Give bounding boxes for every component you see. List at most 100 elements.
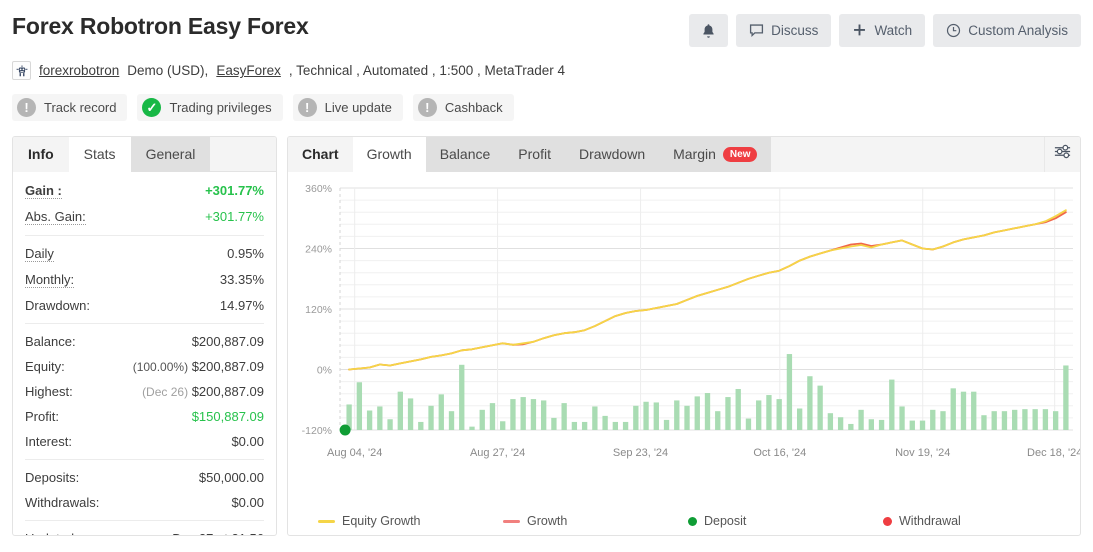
stat-value-interest: $0.00 [231,434,264,449]
stat-label-profit: Profit: [25,409,59,424]
stat-row-interest: Interest: $0.00 [25,429,264,454]
stat-row-withdrawals: Withdrawals: $0.00 [25,490,264,515]
legend-item-equity-growth[interactable]: Equity Growth [318,514,503,528]
badge-trading-privileges[interactable]: ✓ Trading privileges [137,94,283,121]
badge-cashback[interactable]: ! Cashback [412,94,514,121]
stat-value-gain: +301.77% [205,183,264,198]
account-meta-row: forexrobotron Demo (USD), EasyForex , Te… [12,61,1081,80]
page-body: Info Stats General Gain : +301.77% Abs. … [0,136,1093,536]
profile-page: Forex Robotron Easy Forex Discuss Watch … [0,0,1093,552]
svg-text:360%: 360% [305,183,332,195]
stat-value-abs-gain: +301.77% [205,209,264,224]
tab-margin[interactable]: Margin New [659,137,772,172]
tab-profit[interactable]: Profit [504,137,565,172]
tab-growth[interactable]: Growth [352,137,426,172]
stat-row-abs-gain: Abs. Gain: +301.77% [25,204,264,230]
custom-analysis-button[interactable]: Custom Analysis [933,14,1081,47]
tab-balance[interactable]: Balance [425,137,505,172]
stat-label-withdrawals: Withdrawals: [25,495,100,510]
legend-item-withdrawal[interactable]: Withdrawal [883,514,961,528]
tab-chart[interactable]: Chart [288,137,353,172]
legend-label-growth: Growth [527,514,568,528]
legend-line-icon [503,519,520,523]
discuss-button-label: Discuss [771,23,819,38]
stat-row-drawdown: Drawdown: 14.97% [25,293,264,318]
legend-line-icon [318,519,335,523]
badge-track-record[interactable]: ! Track record [12,94,128,121]
stat-row-profit: Profit: $150,887.09 [25,404,264,429]
notifications-button[interactable] [689,14,729,47]
stat-value-daily: 0.95% [227,246,264,261]
watch-button-label: Watch [874,23,913,38]
header-actions: Discuss Watch Custom Analysis [689,10,1081,47]
legend-item-deposit[interactable]: Deposit [688,514,883,528]
exclamation-icon: ! [297,98,317,117]
title-row: Forex Robotron Easy Forex Discuss Watch … [12,10,1081,47]
svg-text:120%: 120% [305,304,332,316]
legend-label-deposit: Deposit [704,514,747,528]
stat-label-drawdown: Drawdown: [25,298,91,313]
badge-track-record-label: Track record [44,100,117,115]
info-tabs: Info Stats General [13,137,276,172]
stat-value-profit: $150,887.09 [191,409,264,424]
discuss-button[interactable]: Discuss [736,14,832,47]
check-icon: ✓ [142,98,162,117]
svg-text:Aug 04, '24: Aug 04, '24 [327,447,382,459]
account-link[interactable]: forexrobotron [39,63,119,78]
tab-stats[interactable]: Stats [68,137,131,172]
tabs-spacer [771,137,1044,172]
stat-row-daily: Daily 0.95% [25,241,264,267]
tab-drawdown[interactable]: Drawdown [564,137,660,172]
broker-link[interactable]: EasyForex [216,63,281,78]
stat-value-monthly: 33.35% [219,272,264,287]
badge-live-update[interactable]: ! Live update [292,94,403,121]
stat-value-balance: $200,887.09 [191,334,264,349]
sliders-icon [1053,142,1072,166]
chart-legend: Equity Growth Growth Deposit Withdrawal [288,514,1080,528]
new-badge: New [722,146,758,162]
divider [25,235,264,236]
stat-label-daily: Daily [25,246,54,262]
stat-value-withdrawals: $0.00 [231,495,264,510]
legend-dot-icon [883,516,892,526]
legend-dot-icon [688,516,697,526]
stat-row-equity: Equity: (100.00%) $200,887.09 [25,354,264,379]
badge-live-update-label: Live update [324,100,392,115]
stat-row-deposits: Deposits: $50,000.00 [25,465,264,490]
stat-row-balance: Balance: $200,887.09 [25,329,264,354]
clock-icon [946,23,961,38]
stat-value-drawdown: 14.97% [219,298,264,313]
custom-analysis-button-label: Custom Analysis [968,23,1068,38]
legend-label-withdrawal: Withdrawal [899,514,961,528]
page-title: Forex Robotron Easy Forex [12,13,309,39]
svg-text:Oct 16, '24: Oct 16, '24 [753,447,806,459]
stat-label-interest: Interest: [25,434,72,449]
legend-label-equity-growth: Equity Growth [342,514,421,528]
legend-item-growth[interactable]: Growth [503,514,688,528]
tab-general[interactable]: General [130,137,211,172]
stat-row-highest: Highest: (Dec 26) $200,887.09 [25,379,264,404]
stats-list: Gain : +301.77% Abs. Gain: +301.77% Dail… [13,172,276,535]
watch-button[interactable]: Watch [839,14,926,47]
comment-icon [749,23,764,38]
svg-text:Nov 19, '24: Nov 19, '24 [895,447,950,459]
stat-label-abs-gain: Abs. Gain: [25,209,86,225]
stat-prefix-highest: (Dec 26) [142,385,189,399]
badge-trading-privileges-label: Trading privileges [169,100,272,115]
tab-info[interactable]: Info [13,137,69,172]
chart-settings-button[interactable] [1044,137,1080,172]
svg-text:Dec 18, '24: Dec 18, '24 [1027,447,1081,459]
stat-row-gain: Gain : +301.77% [25,178,264,204]
growth-chart[interactable]: 360% 240% 120% 0% -120% Aug 04, '24 Aug 27, '2… [288,172,1081,535]
stat-label-equity: Equity: [25,359,65,374]
divider [25,520,264,521]
info-panel: Info Stats General Gain : +301.77% Abs. … [12,136,277,536]
stat-label-deposits: Deposits: [25,470,80,485]
badge-cashback-label: Cashback [444,100,503,115]
divider [25,323,264,324]
status-badges-row: ! Track record ✓ Trading privileges ! Li… [12,94,1081,121]
chart-tabs: Chart Growth Balance Profit Drawdown Mar… [288,137,1080,172]
stat-row-updated: Updated Dec 27 at 21:56 [25,526,264,535]
svg-text:0%: 0% [317,365,332,377]
stat-label-highest: Highest: [25,384,73,399]
